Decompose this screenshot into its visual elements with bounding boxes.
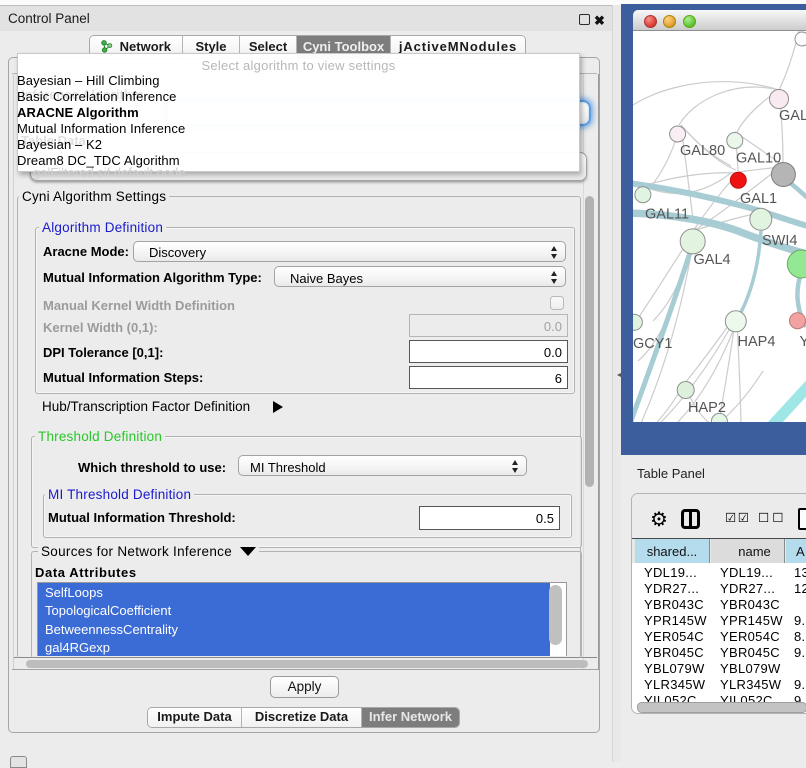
svg-text:GAL10: GAL10: [736, 151, 781, 167]
svg-text:GAL4: GAL4: [694, 252, 731, 268]
svg-text:HAP4: HAP4: [738, 334, 776, 350]
svg-text:GAL11: GAL11: [645, 207, 689, 223]
svg-text:HAP2: HAP2: [688, 400, 726, 416]
svg-text:GCY1: GCY1: [633, 336, 673, 352]
svg-text:Y: Y: [800, 334, 806, 350]
svg-text:SWI4: SWI4: [762, 233, 797, 249]
svg-text:GAL80: GAL80: [680, 143, 725, 159]
svg-text:GAL7: GAL7: [779, 108, 806, 124]
svg-text:GAL1: GAL1: [740, 191, 777, 207]
